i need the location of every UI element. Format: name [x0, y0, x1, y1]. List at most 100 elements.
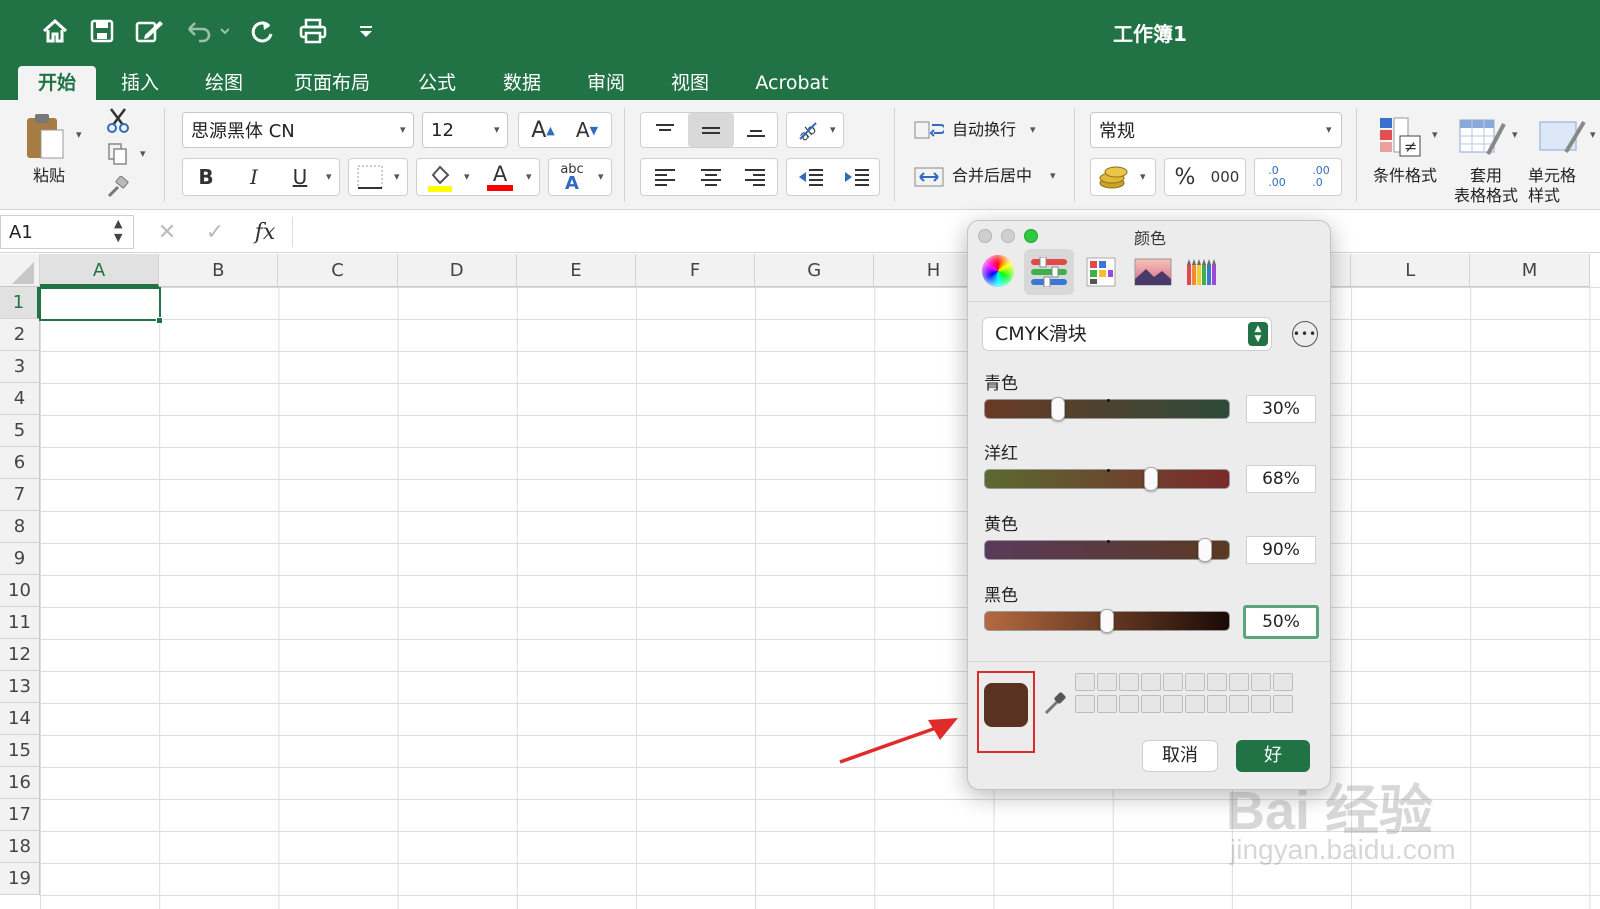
- column-header[interactable]: G: [755, 254, 875, 287]
- print-icon[interactable]: [296, 16, 330, 46]
- redo-icon[interactable]: [246, 16, 278, 46]
- font-size-dropdown-icon[interactable]: ▾: [494, 123, 500, 136]
- row-header[interactable]: 6: [0, 447, 40, 479]
- font-color-dropdown-icon[interactable]: ▾: [526, 170, 532, 183]
- cond-format-dropdown-icon[interactable]: ▾: [1432, 128, 1438, 141]
- align-left-icon[interactable]: [644, 160, 686, 194]
- row-header[interactable]: 19: [0, 863, 40, 895]
- decrease-indent-icon[interactable]: [790, 160, 832, 194]
- column-header[interactable]: B: [159, 254, 279, 287]
- currency-dropdown-icon[interactable]: ▾: [1140, 170, 1146, 183]
- orientation-dropdown-icon[interactable]: ▾: [830, 123, 836, 136]
- save-icon[interactable]: [86, 16, 118, 46]
- border-dropdown-icon[interactable]: ▾: [394, 170, 400, 183]
- crayons-icon[interactable]: [1180, 251, 1226, 293]
- mode-select-stepper-icon[interactable]: ▲ ▼: [1248, 322, 1268, 346]
- color-palettes-icon[interactable]: [1080, 251, 1122, 293]
- eyedropper-icon[interactable]: [1040, 689, 1068, 719]
- conditional-format-label[interactable]: 条件格式: [1370, 166, 1440, 186]
- fill-color-icon[interactable]: [420, 160, 460, 194]
- grow-font-button[interactable]: A ▲: [522, 114, 564, 146]
- row-header[interactable]: 4: [0, 383, 40, 415]
- saved-swatch[interactable]: [1141, 673, 1161, 691]
- column-header[interactable]: D: [397, 254, 517, 287]
- row-header[interactable]: 2: [0, 319, 40, 351]
- row-header[interactable]: 5: [0, 415, 40, 447]
- slider-yellow-knob[interactable]: [1198, 538, 1213, 562]
- saved-swatch[interactable]: [1207, 673, 1227, 691]
- color-wheel-icon[interactable]: [978, 251, 1018, 291]
- cut-icon[interactable]: [104, 106, 132, 134]
- underline-button[interactable]: U: [282, 160, 318, 194]
- thousands-button[interactable]: 000: [1206, 160, 1244, 194]
- saved-swatch[interactable]: [1075, 695, 1095, 713]
- color-sliders-icon[interactable]: [1024, 249, 1074, 295]
- row-header[interactable]: 18: [0, 831, 40, 863]
- column-header[interactable]: M: [1470, 254, 1590, 287]
- tab-home[interactable]: 开始: [18, 66, 96, 100]
- align-middle-icon[interactable]: [688, 113, 734, 147]
- merge-dropdown-icon[interactable]: ▾: [1050, 169, 1056, 182]
- copy-dropdown-icon[interactable]: ▾: [140, 147, 146, 160]
- phonetic-dropdown-icon[interactable]: ▾: [598, 170, 604, 183]
- tab-view[interactable]: 视图: [656, 66, 724, 100]
- saved-swatch[interactable]: [1273, 695, 1293, 713]
- select-all-corner[interactable]: [0, 254, 40, 287]
- cancel-button[interactable]: 取消: [1142, 740, 1218, 772]
- saved-swatch[interactable]: [1229, 673, 1249, 691]
- column-header[interactable]: C: [278, 254, 398, 287]
- current-color-swatch[interactable]: [984, 683, 1028, 727]
- tab-page-layout[interactable]: 页面布局: [280, 66, 384, 100]
- currency-icon[interactable]: [1094, 160, 1134, 194]
- row-header[interactable]: 8: [0, 511, 40, 543]
- slider-cyan-value[interactable]: 30%: [1246, 395, 1316, 423]
- confirm-entry-icon[interactable]: ✓: [200, 217, 230, 247]
- percent-button[interactable]: %: [1168, 160, 1202, 194]
- tab-data[interactable]: 数据: [488, 66, 556, 100]
- formula-input[interactable]: [300, 215, 940, 249]
- saved-swatch[interactable]: [1185, 695, 1205, 713]
- bold-button[interactable]: B: [188, 160, 224, 194]
- saved-swatch[interactable]: [1075, 673, 1095, 691]
- italic-button[interactable]: I: [236, 160, 272, 194]
- table-format-dropdown-icon[interactable]: ▾: [1512, 128, 1518, 141]
- saved-swatch[interactable]: [1251, 673, 1271, 691]
- fill-handle[interactable]: [156, 317, 163, 324]
- saved-swatch[interactable]: [1097, 673, 1117, 691]
- number-format-field[interactable]: 常规: [1090, 112, 1342, 148]
- shrink-font-button[interactable]: A ▼: [566, 114, 608, 146]
- wrap-text-dropdown-icon[interactable]: ▾: [1030, 123, 1036, 136]
- column-header[interactable]: A: [40, 254, 160, 287]
- slider-cyan-knob[interactable]: [1050, 397, 1065, 421]
- insert-function-button[interactable]: fx: [248, 217, 282, 247]
- format-as-table-icon[interactable]: [1456, 112, 1508, 160]
- row-header[interactable]: 13: [0, 671, 40, 703]
- slider-magenta-value[interactable]: 68%: [1246, 465, 1316, 493]
- text-orientation-icon[interactable]: ab: [790, 114, 824, 146]
- customize-qat-icon[interactable]: [354, 16, 378, 46]
- wrap-text-icon[interactable]: [912, 118, 946, 144]
- cell-style-icon[interactable]: [1536, 112, 1588, 160]
- font-name-field[interactable]: 思源黑体 CN: [182, 112, 414, 148]
- increase-decimal-button[interactable]: .0 .00: [1256, 160, 1298, 194]
- row-header[interactable]: 9: [0, 543, 40, 575]
- saved-swatch[interactable]: [1207, 695, 1227, 713]
- slider-black-knob[interactable]: [1100, 609, 1114, 633]
- column-header[interactable]: F: [636, 254, 756, 287]
- saved-swatch[interactable]: [1141, 695, 1161, 713]
- row-header[interactable]: 3: [0, 351, 40, 383]
- row-header[interactable]: 7: [0, 479, 40, 511]
- row-header[interactable]: 15: [0, 735, 40, 767]
- merge-center-label[interactable]: 合并后居中: [952, 166, 1032, 186]
- cell-style-dropdown-icon[interactable]: ▾: [1590, 128, 1596, 141]
- row-header[interactable]: 16: [0, 767, 40, 799]
- image-palettes-icon[interactable]: [1130, 251, 1176, 293]
- conditional-format-icon[interactable]: ≠: [1376, 112, 1424, 160]
- align-bottom-icon[interactable]: [736, 114, 776, 146]
- row-header[interactable]: 17: [0, 799, 40, 831]
- home-icon[interactable]: [38, 16, 72, 46]
- edit-icon[interactable]: [132, 16, 168, 46]
- border-icon[interactable]: [352, 162, 388, 192]
- cell-style-label[interactable]: 单元格 样式: [1528, 166, 1600, 206]
- decrease-decimal-button[interactable]: .00 .0: [1300, 160, 1342, 194]
